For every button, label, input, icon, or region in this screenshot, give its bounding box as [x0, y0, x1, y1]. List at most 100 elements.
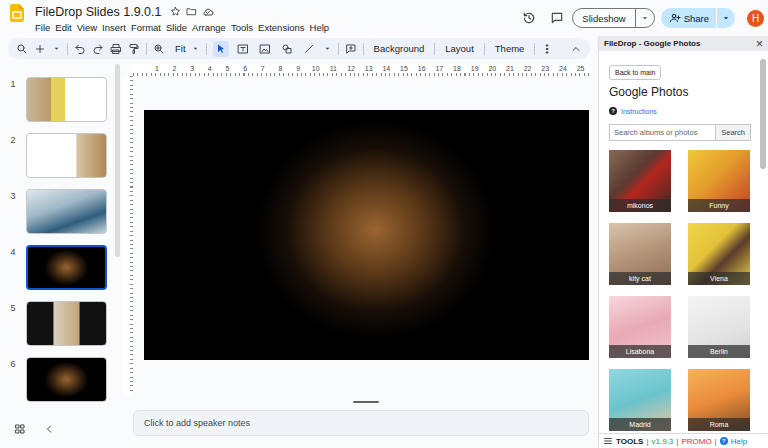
- zoom-icon[interactable]: [153, 43, 165, 55]
- slide-thumbnail-row[interactable]: 1: [0, 77, 115, 122]
- menu-item[interactable]: Slide: [166, 22, 187, 33]
- album-label[interactable]: Funny: [688, 199, 750, 212]
- new-slide-icon[interactable]: [34, 43, 46, 55]
- album-tile[interactable]: Funny: [688, 150, 750, 212]
- horizontal-ruler[interactable]: 1234567891011121314151617181920212223242…: [133, 64, 590, 76]
- instructions-label[interactable]: Instructions: [621, 108, 657, 115]
- help-link[interactable]: Help: [731, 437, 747, 446]
- slide-thumbnail-row[interactable]: 2: [0, 133, 115, 178]
- tool-button[interactable]: [235, 41, 251, 57]
- print-icon[interactable]: [110, 43, 122, 55]
- album-tile[interactable]: Berlin: [688, 296, 750, 358]
- album-label[interactable]: Madrid: [609, 418, 671, 431]
- menu-item[interactable]: Arrange: [192, 22, 226, 33]
- help-circle-icon[interactable]: ?: [720, 437, 728, 445]
- menu-icon[interactable]: [603, 436, 613, 446]
- slide-thumbnail-row[interactable]: 6: [0, 357, 115, 402]
- album-label[interactable]: Viena: [688, 272, 750, 285]
- slideshow-button[interactable]: Slideshow: [572, 8, 654, 28]
- more-icon[interactable]: [541, 43, 553, 55]
- album-label[interactable]: mikonos: [609, 199, 671, 212]
- promo-link[interactable]: PROMO: [681, 437, 711, 446]
- undo-icon[interactable]: [74, 43, 86, 55]
- menu-item[interactable]: File: [35, 22, 50, 33]
- menu-item[interactable]: Extensions: [258, 22, 304, 33]
- collapse-icon[interactable]: [570, 43, 582, 55]
- handle-line[interactable]: [353, 401, 379, 403]
- collapse-left-icon[interactable]: [43, 423, 55, 435]
- caret-down-icon[interactable]: [640, 13, 650, 23]
- album-label[interactable]: kity cat: [609, 272, 671, 285]
- slides-logo-icon[interactable]: [10, 4, 24, 22]
- album-tile[interactable]: Viena: [688, 223, 750, 285]
- slide-thumbnail-row[interactable]: 3: [0, 189, 115, 234]
- account-avatar[interactable]: H: [747, 10, 764, 27]
- zoom-value[interactable]: Fit: [171, 43, 190, 54]
- filmstrip-scrollbar[interactable]: [115, 59, 122, 409]
- tool-button[interactable]: [301, 41, 317, 57]
- instructions-link[interactable]: ? Instructions: [609, 107, 751, 115]
- select-icon[interactable]: [215, 43, 227, 55]
- comments-icon[interactable]: [550, 11, 564, 25]
- add-person-icon[interactable]: [669, 12, 681, 24]
- notes-resize-handle[interactable]: [122, 394, 598, 410]
- history-icon[interactable]: [522, 11, 536, 25]
- scrollbar-thumb[interactable]: [115, 64, 120, 257]
- paint-format-icon[interactable]: [128, 43, 140, 55]
- album-label[interactable]: Lisabona: [609, 345, 671, 358]
- star-icon[interactable]: [170, 6, 181, 17]
- line-icon[interactable]: [303, 43, 315, 55]
- close-button[interactable]: ×: [756, 38, 763, 50]
- menu-item[interactable]: View: [77, 22, 97, 33]
- slide-thumbnail[interactable]: [26, 357, 107, 402]
- slide-canvas[interactable]: [144, 110, 589, 360]
- slide-thumbnail[interactable]: [26, 77, 107, 122]
- folder-icon[interactable]: [186, 6, 197, 17]
- speaker-notes[interactable]: Click to add speaker notes: [133, 410, 589, 436]
- toolbar-button[interactable]: Theme: [491, 43, 529, 54]
- slide-thumbnail-row[interactable]: 4: [0, 245, 115, 290]
- search-menus-icon[interactable]: [16, 43, 28, 55]
- image-icon[interactable]: [259, 43, 271, 55]
- vertical-ruler[interactable]: [123, 76, 133, 394]
- album-tile[interactable]: Madrid: [609, 369, 671, 431]
- menu-item[interactable]: Edit: [55, 22, 71, 33]
- album-tile[interactable]: Lisabona: [609, 296, 671, 358]
- menu-item[interactable]: Format: [131, 22, 161, 33]
- back-button[interactable]: Back to main: [609, 65, 661, 80]
- caret-down-icon[interactable]: [721, 13, 731, 23]
- album-label[interactable]: Berlin: [688, 345, 750, 358]
- tool-button[interactable]: [213, 41, 229, 57]
- slideshow-label[interactable]: Slideshow: [573, 13, 634, 24]
- panel-scrollbar[interactable]: [759, 51, 768, 433]
- toolbar-button[interactable]: Layout: [441, 43, 478, 54]
- menu-item[interactable]: Insert: [102, 22, 126, 33]
- cloud-saved-icon[interactable]: [202, 6, 214, 18]
- tool-button[interactable]: [279, 41, 295, 57]
- grid-view-icon[interactable]: [14, 423, 26, 435]
- album-tile[interactable]: Roma: [688, 369, 750, 431]
- scrollbar-thumb[interactable]: [760, 59, 766, 169]
- menu-item[interactable]: Tools: [231, 22, 253, 33]
- caret-down-icon[interactable]: [52, 44, 61, 53]
- help-circle-icon[interactable]: ?: [609, 107, 617, 115]
- search-input[interactable]: [609, 124, 715, 141]
- slideshow-dropdown[interactable]: [636, 13, 654, 23]
- slide-thumbnail[interactable]: [26, 245, 107, 290]
- slide-thumbnail[interactable]: [26, 189, 107, 234]
- share-dropdown[interactable]: [717, 13, 735, 23]
- caret-down-icon[interactable]: [323, 44, 332, 53]
- slide-thumbnail[interactable]: [26, 301, 107, 346]
- tool-button[interactable]: [257, 41, 273, 57]
- shape-icon[interactable]: [281, 43, 293, 55]
- zoom-select[interactable]: Fit: [171, 43, 200, 54]
- share-label[interactable]: Share: [681, 13, 716, 24]
- menu-item[interactable]: Help: [310, 22, 330, 33]
- slide-thumbnail-row[interactable]: 5: [0, 301, 115, 346]
- share-button[interactable]: Share: [661, 8, 735, 28]
- album-tile[interactable]: mikonos: [609, 150, 671, 212]
- document-title[interactable]: FileDrop Slides 1.9.0.1: [35, 5, 161, 19]
- slide-thumbnail[interactable]: [26, 133, 107, 178]
- toolbar-button[interactable]: Background: [370, 43, 429, 54]
- redo-icon[interactable]: [92, 43, 104, 55]
